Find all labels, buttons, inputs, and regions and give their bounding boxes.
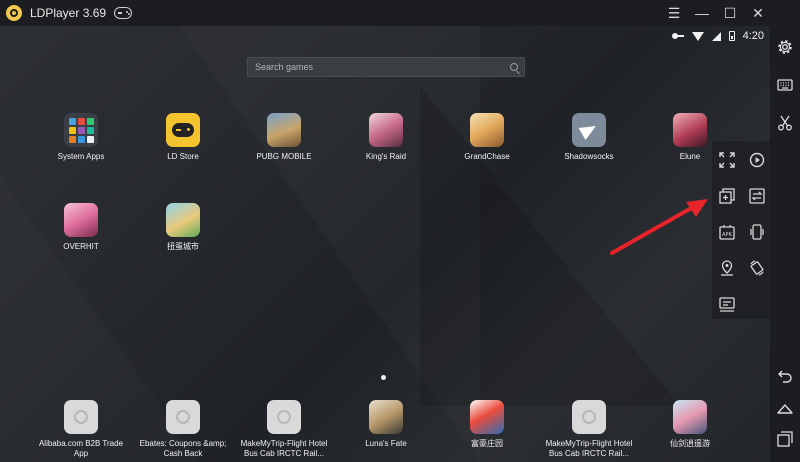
right-sidebar — [770, 0, 800, 462]
pubg-mobile-icon — [267, 113, 301, 147]
shake-icon — [750, 224, 764, 240]
ldplayer-logo-icon — [6, 5, 22, 21]
scissors-icon — [778, 115, 792, 131]
app-label: Alibaba.com B2B Trade App — [38, 439, 124, 458]
fullscreen-button[interactable] — [712, 142, 742, 178]
location-icon — [721, 260, 733, 276]
app-label: MakeMyTrip-Flight Hotel Bus Cab IRCTC Ra… — [240, 439, 328, 458]
xianjian-icon — [673, 400, 707, 434]
makemytrip-icon — [572, 400, 606, 434]
app-niudan-city[interactable]: 扭蛋城市 — [133, 203, 233, 252]
alibaba-icon — [64, 400, 98, 434]
keyboard-button[interactable] — [770, 70, 800, 100]
app-label: Ebates: Coupons &amp; Cash Back — [139, 439, 227, 458]
grandchase-icon — [470, 113, 504, 147]
sync-icon — [749, 188, 765, 204]
ld-store-icon — [166, 113, 200, 147]
app-label: 仙剑逍遥游 — [670, 439, 710, 448]
location-button[interactable] — [712, 250, 742, 286]
recent-apps-button[interactable] — [770, 424, 800, 454]
app-label: King's Raid — [365, 152, 407, 161]
rotate-icon — [750, 260, 764, 276]
recent-apps-icon — [777, 431, 793, 447]
svg-text:APK: APK — [722, 232, 732, 238]
app-grandchase[interactable]: GrandChase — [437, 113, 537, 162]
status-time: 4:20 — [742, 30, 764, 42]
app-label: Shadowsocks — [564, 152, 614, 161]
fuhao-zhuangyuan-icon — [470, 400, 504, 434]
close-button[interactable]: ✕ — [744, 0, 772, 26]
apk-install-icon: APK — [719, 225, 735, 240]
app-label: Luna's Fate — [365, 439, 407, 448]
settings-icon — [778, 40, 792, 54]
app-kings-raid[interactable]: King's Raid — [336, 113, 436, 162]
minimize-button[interactable]: — — [688, 0, 716, 26]
android-screen: 4:20 System Apps LD Store PUBG MOBILE Ki… — [0, 26, 770, 462]
app-label: System Apps — [57, 152, 105, 161]
signal-icon — [711, 31, 721, 41]
multi-instance-icon — [719, 188, 735, 204]
app-label: 扭蛋城市 — [167, 242, 199, 251]
fullscreen-icon — [719, 152, 735, 168]
search-icon[interactable] — [510, 63, 518, 71]
record-icon — [749, 152, 765, 168]
app-overhit[interactable]: OVERHIT — [31, 203, 131, 252]
lunas-fate-icon — [369, 400, 403, 434]
app-shadowsocks[interactable]: Shadowsocks — [539, 113, 639, 162]
system-apps-icon — [64, 113, 98, 147]
window-title: LDPlayer 3.69 — [30, 6, 107, 20]
app-pubg-mobile[interactable]: PUBG MOBILE — [234, 113, 334, 162]
multi-instance-button[interactable] — [712, 178, 742, 214]
sync-button[interactable] — [742, 178, 772, 214]
app-label: LD Store — [167, 152, 199, 161]
app-label: MakeMyTrip-Flight Hotel Bus Cab IRCTC Ra… — [545, 439, 633, 458]
app-label: Elune — [679, 152, 701, 161]
record-button[interactable] — [742, 142, 772, 178]
app-makemytrip-2[interactable]: MakeMyTrip-Flight Hotel Bus Cab IRCTC Ra… — [539, 400, 639, 459]
home-button[interactable] — [770, 394, 800, 424]
rotate-button[interactable] — [742, 250, 772, 286]
app-alibaba[interactable]: Alibaba.com B2B Trade App — [31, 400, 131, 459]
title-bar: LDPlayer 3.69 ☰ — ☐ ✕ « — [0, 0, 800, 26]
app-makemytrip[interactable]: MakeMyTrip-Flight Hotel Bus Cab IRCTC Ra… — [234, 400, 334, 459]
back-button[interactable] — [770, 361, 800, 391]
shadowsocks-icon — [572, 113, 606, 147]
battery-icon — [728, 31, 735, 41]
overhit-icon — [64, 203, 98, 237]
search-input[interactable] — [248, 58, 510, 76]
app-system-apps[interactable]: System Apps — [31, 113, 131, 162]
operation-record-button[interactable] — [712, 286, 742, 322]
makemytrip-icon — [267, 400, 301, 434]
android-status-bar: 4:20 — [671, 30, 764, 42]
wifi-icon — [691, 31, 704, 41]
settings-button[interactable] — [770, 32, 800, 62]
search-games-bar[interactable] — [247, 57, 525, 77]
app-xianjian[interactable]: 仙剑逍遥游 — [640, 400, 740, 449]
app-label: 富豪庄园 — [471, 439, 503, 448]
vpn-key-icon — [671, 33, 684, 39]
ebates-icon — [166, 400, 200, 434]
page-indicator-dot — [381, 375, 386, 380]
app-lunas-fate[interactable]: Luna's Fate — [336, 400, 436, 449]
screenshot-button[interactable] — [770, 108, 800, 138]
keyboard-icon — [777, 79, 793, 91]
maximize-button[interactable]: ☐ — [716, 0, 744, 26]
operation-record-icon — [719, 297, 735, 312]
kings-raid-icon — [369, 113, 403, 147]
app-fuhao-zhuangyuan[interactable]: 富豪庄园 — [437, 400, 537, 449]
elune-icon — [673, 113, 707, 147]
niudan-city-icon — [166, 203, 200, 237]
app-label: PUBG MOBILE — [256, 152, 312, 161]
app-label: OVERHIT — [63, 242, 99, 251]
gamepad-icon[interactable] — [114, 7, 133, 19]
apk-install-button[interactable]: APK — [712, 214, 742, 250]
shake-button[interactable] — [742, 214, 772, 250]
home-icon — [777, 404, 793, 414]
app-ebates[interactable]: Ebates: Coupons &amp; Cash Back — [133, 400, 233, 459]
app-label: GrandChase — [464, 152, 510, 161]
app-ld-store[interactable]: LD Store — [133, 113, 233, 162]
back-icon — [778, 370, 792, 383]
menu-button[interactable]: ☰ — [660, 0, 688, 26]
